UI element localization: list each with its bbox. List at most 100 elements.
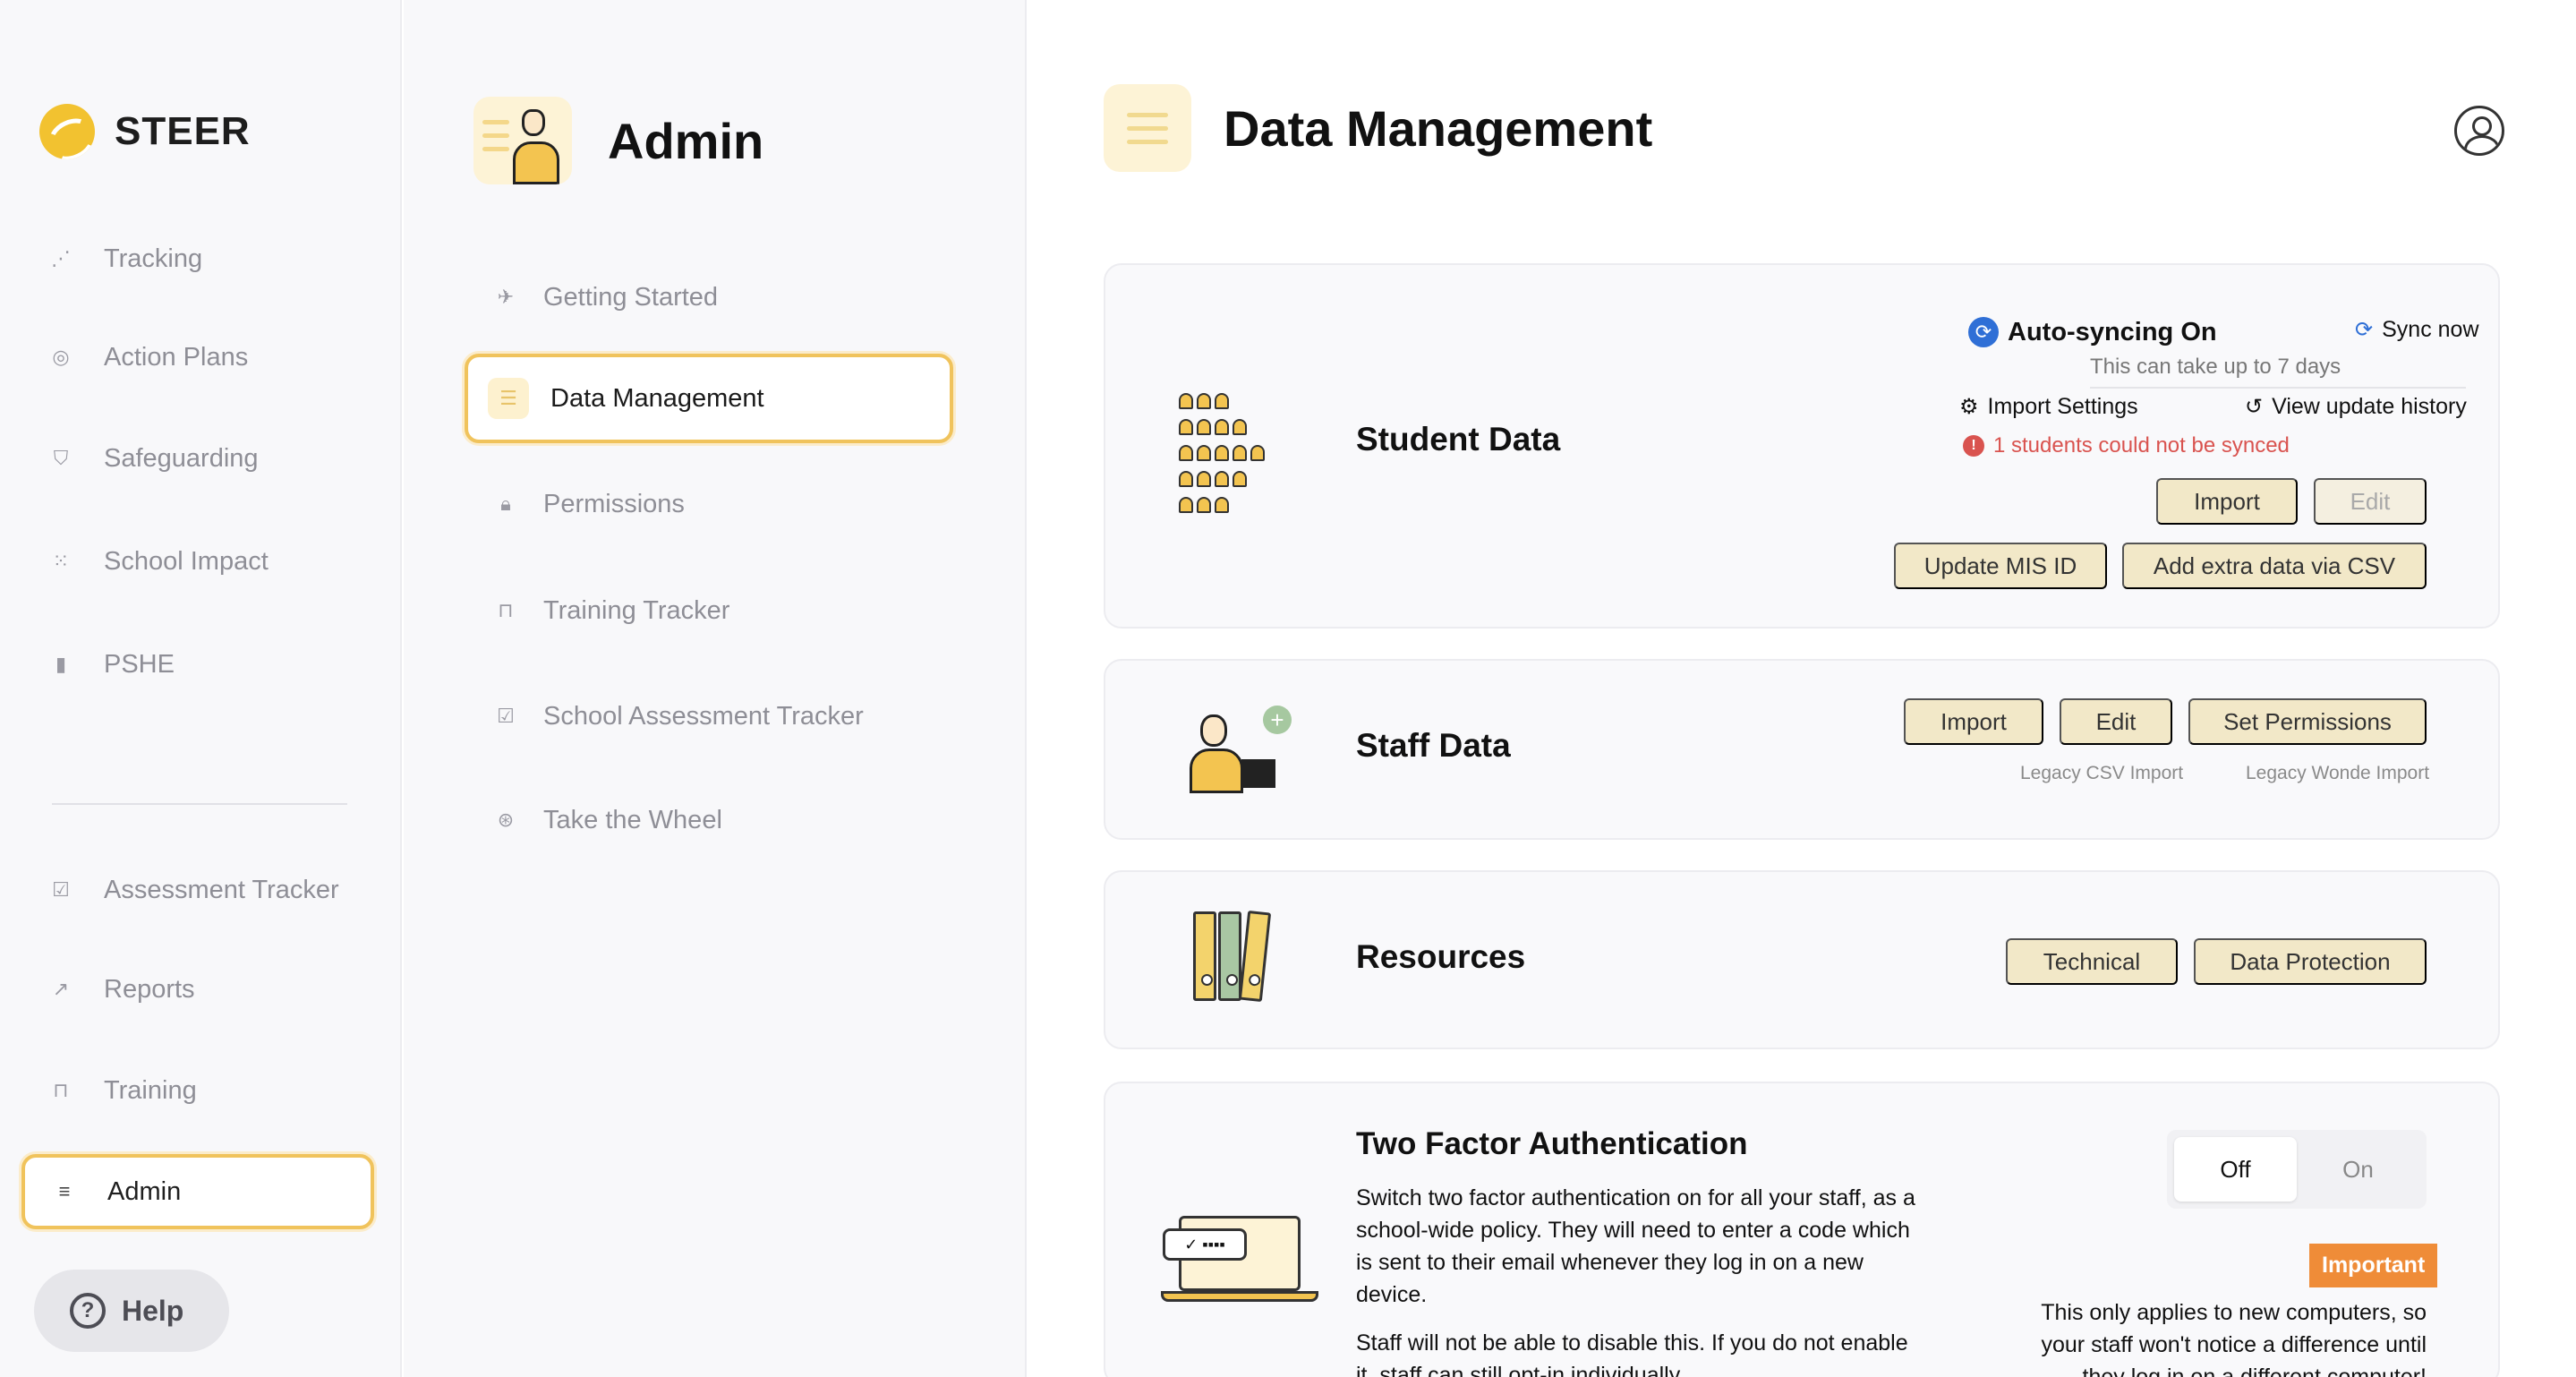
book-icon: ▮ — [55, 653, 67, 675]
sync-note: This can take up to 7 days — [2090, 355, 2341, 379]
sidebar-item-label: PSHE — [104, 649, 175, 679]
sync-now-label: Sync now — [2382, 317, 2479, 342]
sync-now-button[interactable]: ⟳ Sync now — [2355, 317, 2479, 343]
two-factor-title: Two Factor Authentication — [1356, 1126, 1748, 1161]
brand-name: STEER — [115, 109, 251, 153]
technical-button[interactable]: Technical — [2006, 938, 2178, 985]
steer-logo-icon — [39, 104, 95, 159]
question-icon: ? — [70, 1293, 106, 1329]
checklist-icon: ☑ — [52, 878, 70, 901]
two-factor-desc-1: Switch two factor authentication on for … — [1356, 1185, 1915, 1307]
shield-icon: ⛉ — [53, 447, 69, 469]
admin-illustration — [473, 97, 572, 184]
easel-icon: ⊓ — [498, 599, 514, 621]
important-note: This only applies to new computers, so y… — [2041, 1300, 2427, 1377]
legacy-wonde-import-link[interactable]: Legacy Wonde Import — [2246, 763, 2429, 784]
staff-data-title: Staff Data — [1356, 727, 1511, 764]
subnav-title: Admin — [608, 112, 764, 169]
subnav-header: Admin — [473, 97, 763, 184]
add-csv-data-button[interactable]: Add extra data via CSV — [2122, 543, 2427, 589]
subnav-item-label: Training Tracker — [543, 595, 730, 625]
sidebar-item-action-plans[interactable]: ◎ Action Plans — [50, 335, 372, 380]
import-settings-link[interactable]: ⚙ Import Settings — [1959, 394, 2138, 420]
list-icon: ☰ — [488, 378, 529, 419]
subnav-item-label: Take the Wheel — [543, 805, 722, 834]
import-settings-label: Import Settings — [1987, 394, 2138, 419]
help-label: Help — [122, 1294, 184, 1327]
toggle-off-option[interactable]: Off — [2174, 1137, 2297, 1202]
students-illustration — [1177, 390, 1293, 520]
lock-icon: 🔒︎ — [500, 492, 511, 515]
sidebar-item-label: Action Plans — [104, 342, 249, 372]
sidebar-item-reports[interactable]: ↗ Reports — [50, 967, 372, 1012]
subnav-item-permissions[interactable]: 🔒︎ Permissions — [495, 481, 685, 527]
steer-logo[interactable]: STEER — [39, 104, 251, 159]
main-sidebar: STEER ⋰ Tracking ◎ Action Plans ⛉ Safegu… — [0, 0, 402, 1377]
subnav-item-take-the-wheel[interactable]: ⊛ Take the Wheel — [495, 797, 722, 843]
subnav-item-label: Data Management — [550, 383, 764, 413]
sync-divider — [2090, 387, 2466, 389]
sidebar-item-label: Tracking — [104, 244, 203, 273]
sidebar-item-label: School Impact — [104, 546, 269, 576]
staff-data-card: + Staff Data Import Edit Set Permissions… — [1104, 659, 2500, 840]
sidebar-item-pshe[interactable]: ▮ PSHE — [50, 642, 372, 687]
student-import-button[interactable]: Import — [2156, 478, 2298, 525]
checklist-icon: ☑ — [497, 705, 515, 727]
student-edit-button[interactable]: Edit — [2314, 478, 2427, 525]
staff-edit-button[interactable]: Edit — [2060, 698, 2172, 745]
sync-status-label: Auto-syncing On — [2008, 317, 2217, 346]
error-icon: ! — [1963, 435, 1984, 457]
password-bubble-icon: ✓ ▪▪▪▪ — [1163, 1228, 1247, 1261]
subnav-item-school-assessment-tracker[interactable]: ☑ School Assessment Tracker — [495, 693, 864, 740]
dots-grid-icon: ⁙ — [52, 550, 70, 572]
menu-icon: ≡ — [58, 1180, 71, 1202]
subnav-item-label: School Assessment Tracker — [543, 701, 864, 731]
tracking-icon: ⋰ — [51, 247, 71, 269]
main-content: Data Management Student Data ⟳ Auto-sync… — [1028, 0, 2576, 1377]
set-permissions-button[interactable]: Set Permissions — [2188, 698, 2427, 745]
sidebar-item-assessment-tracker[interactable]: ☑ Assessment Tracker — [50, 868, 372, 912]
sidebar-item-label: Training — [104, 1075, 197, 1105]
view-history-link[interactable]: ↺ View update history — [2245, 394, 2467, 420]
subnav-item-getting-started[interactable]: ✈ Getting Started — [495, 274, 718, 321]
sync-status: ⟳ Auto-syncing On — [1968, 317, 2217, 347]
subnav-item-training-tracker[interactable]: ⊓ Training Tracker — [495, 587, 729, 634]
sidebar-item-school-impact[interactable]: ⁙ School Impact — [50, 539, 372, 584]
student-data-card: Student Data ⟳ Auto-syncing On ⟳ Sync no… — [1104, 263, 2500, 629]
sidebar-item-admin[interactable]: ≡ Admin — [21, 1154, 374, 1229]
subnav-item-data-management[interactable]: ☰ Data Management — [465, 354, 953, 443]
resources-title: Resources — [1356, 938, 1526, 975]
target-icon: ◎ — [52, 346, 70, 368]
staff-import-button[interactable]: Import — [1904, 698, 2043, 745]
folders-illustration — [1193, 910, 1272, 1003]
data-management-icon — [1104, 84, 1191, 172]
sidebar-item-safeguarding[interactable]: ⛉ Safeguarding — [50, 436, 372, 481]
sync-error[interactable]: ! 1 students could not be synced — [1963, 433, 2290, 458]
help-button[interactable]: ? Help — [34, 1270, 229, 1352]
rocket-icon: ✈ — [497, 286, 515, 308]
update-mis-id-button[interactable]: Update MIS ID — [1894, 543, 2107, 589]
refresh-icon: ⟳ — [2355, 318, 2374, 342]
staff-illustration: + — [1184, 706, 1301, 804]
sidebar-divider — [52, 803, 347, 805]
history-icon: ↺ — [2245, 395, 2264, 419]
toggle-on-option[interactable]: On — [2297, 1137, 2419, 1202]
user-account-icon[interactable] — [2454, 106, 2504, 156]
subnav-item-label: Permissions — [543, 489, 685, 518]
sidebar-item-label: Reports — [104, 974, 195, 1004]
student-data-title: Student Data — [1356, 421, 1561, 458]
resources-card: Resources Technical Data Protection — [1104, 870, 2500, 1049]
view-history-label: View update history — [2272, 394, 2467, 419]
two-factor-card: ✓ ▪▪▪▪ Two Factor Authentication Switch … — [1104, 1082, 2500, 1377]
important-badge: Important — [2309, 1244, 2438, 1287]
add-icon: + — [1263, 706, 1292, 734]
sidebar-item-tracking[interactable]: ⋰ Tracking — [50, 236, 372, 281]
sidebar-item-label: Admin — [107, 1176, 182, 1206]
legacy-csv-import-link[interactable]: Legacy CSV Import — [2020, 763, 2183, 784]
sync-error-label: 1 students could not be synced — [1993, 433, 2290, 458]
two-factor-desc-2: Staff will not be able to disable this. … — [1356, 1330, 1908, 1377]
gear-icon: ⚙ — [1959, 395, 1979, 419]
data-protection-button[interactable]: Data Protection — [2194, 938, 2427, 985]
two-factor-toggle[interactable]: Off On — [2167, 1130, 2427, 1209]
sidebar-item-training[interactable]: ⊓ Training — [50, 1068, 372, 1113]
